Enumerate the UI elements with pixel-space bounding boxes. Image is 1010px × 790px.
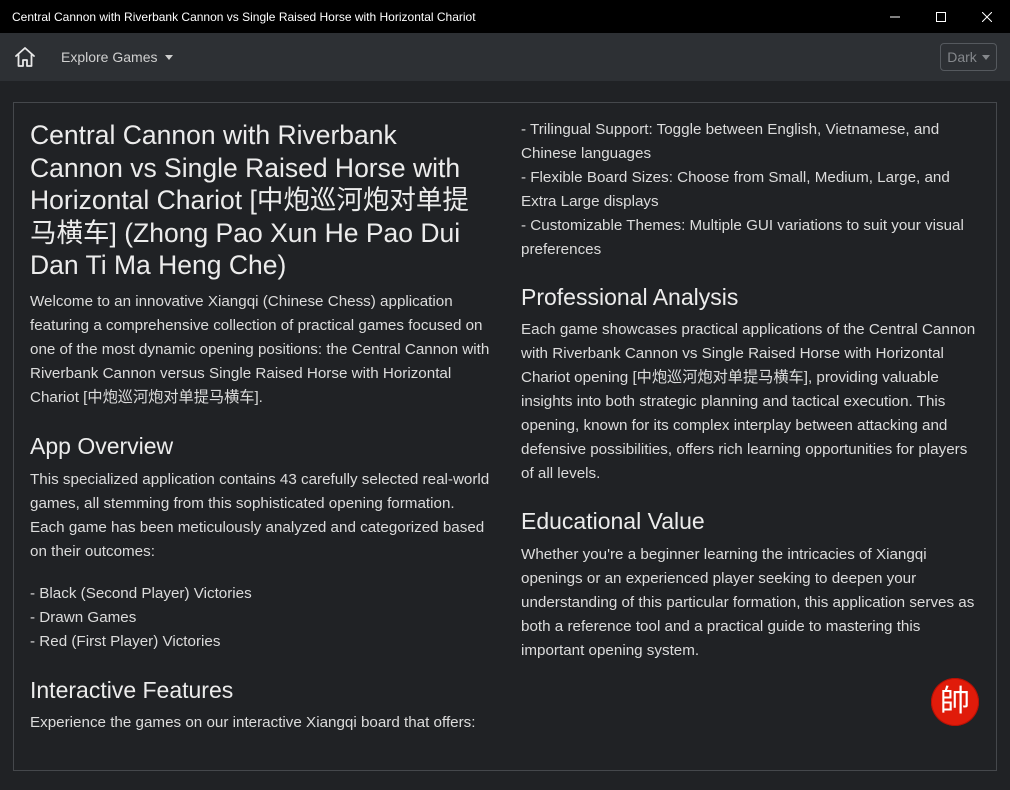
outcomes-list: - Black (Second Player) Victories - Draw…: [30, 582, 490, 654]
list-item: - Trilingual Support: Toggle between Eng…: [521, 121, 940, 162]
list-item: - Customizable Themes: Multiple GUI vari…: [521, 217, 964, 258]
list-item: - Flexible Board Sizes: Choose from Smal…: [521, 169, 950, 210]
explore-games-dropdown[interactable]: Explore Games: [61, 49, 174, 65]
overview-heading: App Overview: [30, 432, 174, 459]
home-button[interactable]: [12, 44, 38, 70]
chevron-down-icon: [981, 55, 990, 60]
app-window: Central Cannon with Riverbank Cannon vs …: [0, 0, 1010, 790]
maximize-button[interactable]: [918, 0, 964, 33]
general-piece-glyph: 帥: [940, 684, 970, 719]
right-column: - Trilingual Support: Toggle between Eng…: [521, 103, 983, 663]
general-piece-icon: 帥: [931, 678, 979, 726]
theme-dropdown[interactable]: Dark: [940, 43, 997, 71]
minimize-icon: [890, 16, 900, 17]
features-list: - Trilingual Support: Toggle between Eng…: [521, 118, 983, 262]
nav-bar: Explore Games Dark: [0, 33, 1010, 81]
analysis-heading: Professional Analysis: [521, 284, 739, 310]
home-icon: [15, 47, 35, 67]
chevron-down-icon: [165, 55, 174, 60]
minimize-button[interactable]: [872, 0, 918, 33]
theme-label: Dark: [947, 49, 977, 65]
close-button[interactable]: [964, 0, 1010, 33]
content-panel: Central Cannon with Riverbank Cannon vs …: [13, 102, 997, 771]
maximize-icon: [936, 11, 946, 22]
explore-games-label: Explore Games: [61, 49, 158, 65]
education-heading: Educational Value: [521, 508, 705, 534]
close-icon: [982, 11, 992, 22]
features-text: Experience the games on our interactive …: [30, 713, 476, 731]
features-heading: Interactive Features: [30, 676, 234, 703]
list-item: - Red (First Player) Victories: [30, 632, 221, 650]
title-bar: Central Cannon with Riverbank Cannon vs …: [0, 0, 1010, 34]
intro-text: Welcome to an innovative Xiangqi (Chines…: [30, 292, 490, 406]
page-title: Central Cannon with Riverbank Cannon vs …: [30, 120, 469, 280]
list-item: - Drawn Games: [30, 608, 137, 626]
window-title: Central Cannon with Riverbank Cannon vs …: [12, 9, 476, 24]
overview-text: This specialized application contains 43…: [30, 470, 490, 560]
list-item: - Black (Second Player) Victories: [30, 584, 252, 602]
education-text: Whether you're a beginner learning the i…: [521, 546, 975, 659]
analysis-text: Each game showcases practical applicatio…: [521, 321, 976, 482]
left-column: Central Cannon with Riverbank Cannon vs …: [30, 103, 490, 735]
